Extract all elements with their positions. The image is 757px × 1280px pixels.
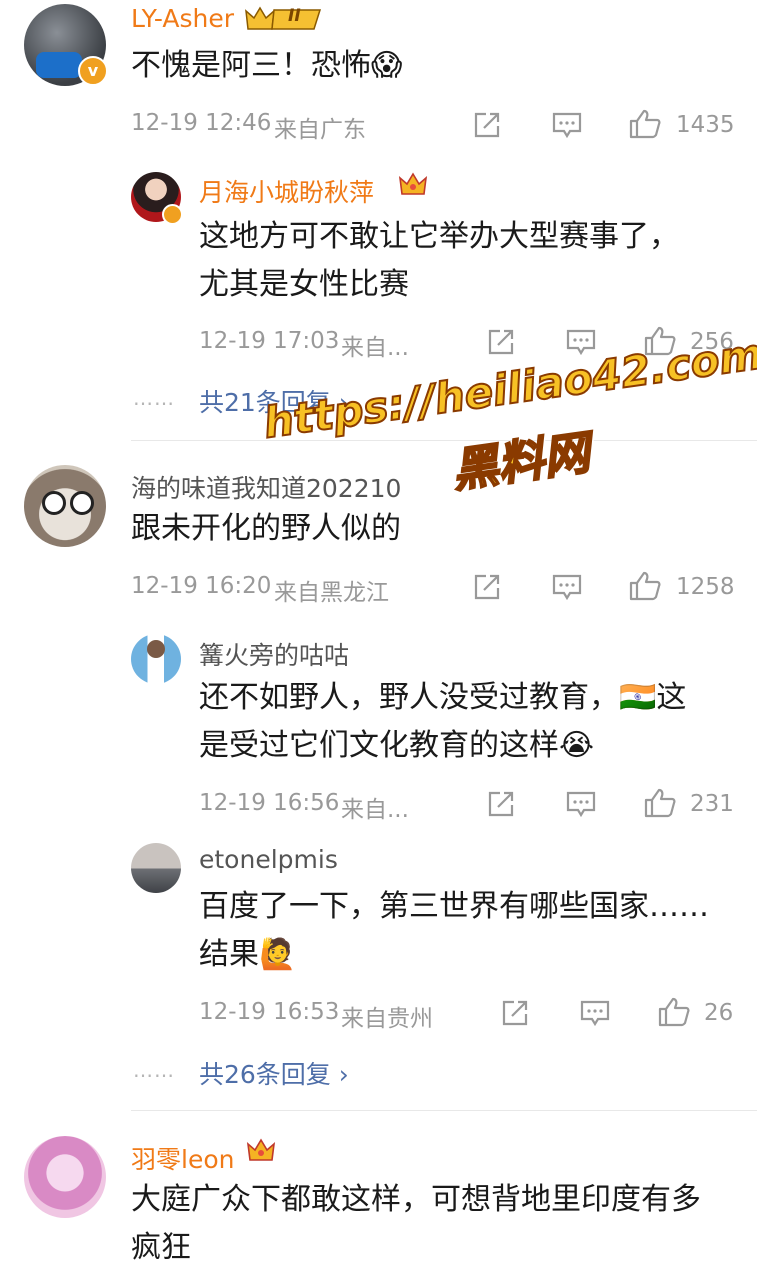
avatar[interactable] bbox=[131, 843, 181, 893]
share-icon[interactable] bbox=[486, 327, 516, 357]
share-icon[interactable] bbox=[472, 572, 502, 602]
crown-icon bbox=[398, 170, 428, 204]
avatar[interactable] bbox=[24, 465, 106, 547]
reply-text: 结果🙋 bbox=[199, 937, 297, 972]
comment-time: 12-19 12:46 bbox=[131, 110, 272, 136]
ellipsis-icon: …… bbox=[133, 386, 175, 410]
reply-text: 还不如野人，野人没受过教育，🇮🇳这 bbox=[199, 680, 687, 715]
reply-author-name[interactable]: 篝火旁的咕咕 bbox=[199, 636, 349, 672]
verified-icon: v bbox=[78, 56, 108, 86]
reply-author-name[interactable]: 月海小城盼秋萍 bbox=[199, 173, 374, 209]
avatar[interactable] bbox=[24, 1136, 106, 1218]
reply-author-name[interactable]: etonelpmis bbox=[199, 845, 338, 874]
comment-icon[interactable] bbox=[579, 998, 611, 1028]
like-icon[interactable] bbox=[628, 570, 662, 602]
vip-badge-label: II bbox=[288, 6, 301, 26]
comment-icon[interactable] bbox=[551, 110, 583, 140]
more-replies-link[interactable]: 共26条回复 › bbox=[199, 1055, 349, 1091]
comment-text: 不愧是阿三！恐怖😱 bbox=[131, 48, 403, 83]
ellipsis-icon: …… bbox=[133, 1058, 175, 1082]
like-icon[interactable] bbox=[628, 108, 662, 140]
reply-time: 12-19 17:03 bbox=[199, 328, 340, 354]
reply-time: 12-19 16:56 bbox=[199, 790, 340, 816]
comment-icon[interactable] bbox=[551, 572, 583, 602]
reply-location: 来自贵州 bbox=[341, 1006, 433, 1032]
avatar[interactable] bbox=[131, 634, 181, 684]
reply-text: 百度了一下，第三世界有哪些国家…… bbox=[199, 889, 709, 924]
like-count: 1258 bbox=[676, 574, 735, 600]
like-count: 26 bbox=[704, 1000, 734, 1026]
divider bbox=[131, 1110, 757, 1111]
reply-location: 来自... bbox=[341, 335, 409, 361]
like-icon[interactable] bbox=[657, 996, 691, 1028]
comment-location: 来自黑龙江 bbox=[274, 580, 389, 606]
comment-text: 大庭广众下都敢这样，可想背地里印度有多 bbox=[131, 1182, 701, 1217]
share-icon[interactable] bbox=[472, 110, 502, 140]
reply-time: 12-19 16:53 bbox=[199, 999, 340, 1025]
comment-time: 12-19 16:20 bbox=[131, 573, 272, 599]
like-count: 1435 bbox=[676, 112, 735, 138]
like-count: 231 bbox=[690, 791, 734, 817]
reply-text: 是受过它们文化教育的这样😭 bbox=[199, 728, 595, 763]
vip-badge-icon: II bbox=[244, 5, 324, 33]
commenter-name[interactable]: LY-Asher bbox=[131, 4, 234, 33]
comment-text: 疯狂 bbox=[131, 1230, 191, 1265]
like-icon[interactable] bbox=[643, 787, 677, 819]
comment-location: 来自广东 bbox=[274, 117, 366, 143]
verified-icon bbox=[162, 204, 183, 225]
watermark-title: 黑料网 bbox=[448, 424, 594, 499]
share-icon[interactable] bbox=[500, 998, 530, 1028]
commenter-name[interactable]: 羽零leon bbox=[131, 1140, 234, 1176]
crown-icon bbox=[246, 1136, 276, 1170]
reply-location: 来自... bbox=[341, 797, 409, 823]
comment-icon[interactable] bbox=[565, 789, 597, 819]
share-icon[interactable] bbox=[486, 789, 516, 819]
reply-text: 这地方可不敢让它举办大型赛事了， bbox=[199, 219, 679, 254]
watermark: https://heiliao42.com 黑料网 bbox=[259, 322, 757, 547]
reply-text: 尤其是女性比赛 bbox=[199, 267, 409, 302]
